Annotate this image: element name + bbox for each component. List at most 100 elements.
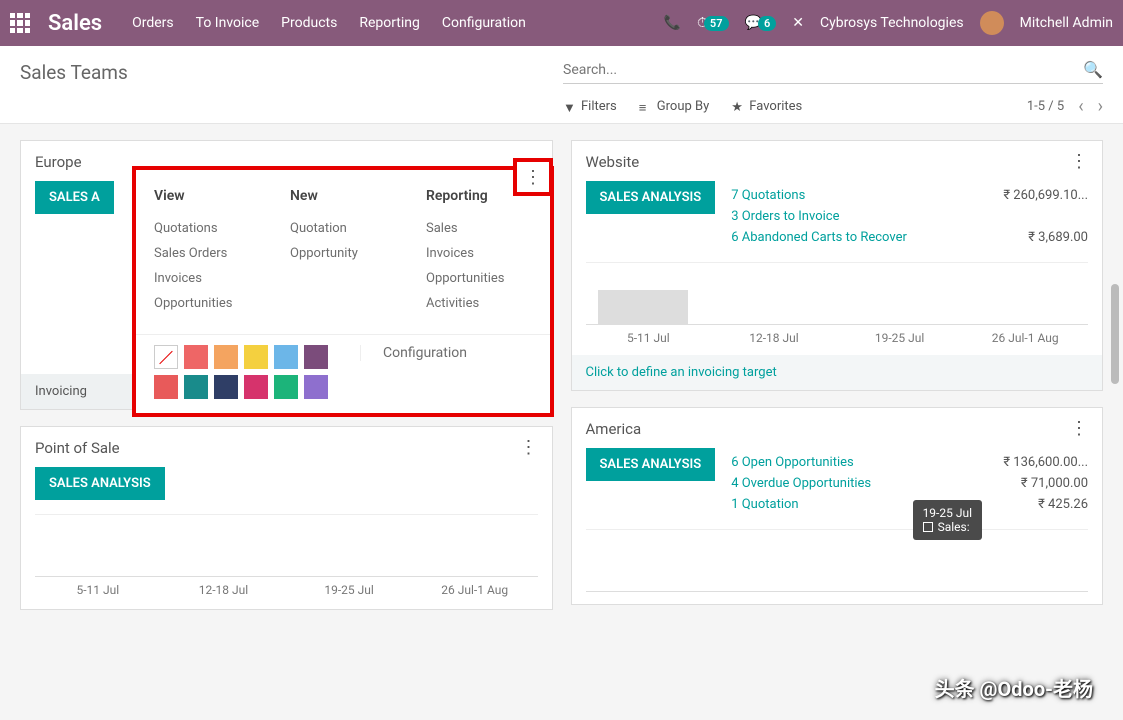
popover-col-view: View Quotations Sales Orders Invoices Op… — [154, 188, 260, 316]
popover-col-title: New — [290, 188, 396, 204]
popover-item[interactable]: Invoices — [426, 241, 532, 266]
phone-icon[interactable]: 📞 — [664, 15, 681, 31]
popover-item[interactable]: Sales — [426, 216, 532, 241]
search-bar: 🔍 — [563, 60, 1103, 84]
pager-count[interactable]: 1-5 / 5 — [1027, 99, 1064, 114]
xaxis-label: 5-11 Jul — [586, 331, 712, 345]
popover-item[interactable]: Sales Orders — [154, 241, 260, 266]
popover-item[interactable]: Quotations — [154, 216, 260, 241]
sales-analysis-button[interactable]: SALES ANALYSIS — [586, 181, 716, 214]
team-options-popover: View Quotations Sales Orders Invoices Op… — [132, 166, 554, 417]
search-icon[interactable]: 🔍 — [1083, 60, 1103, 79]
popover-item[interactable]: Opportunities — [426, 266, 532, 291]
invoicing-target-link[interactable]: Click to define an invoicing target — [572, 355, 1103, 390]
xaxis-label: 19-25 Jul — [837, 331, 963, 345]
checkbox-icon — [923, 522, 933, 532]
pager-next[interactable]: › — [1098, 96, 1103, 117]
sales-analysis-button[interactable]: SALES A — [35, 181, 114, 214]
stat-link[interactable]: 6 Abandoned Carts to Recover — [731, 230, 907, 245]
xaxis-label: 5-11 Jul — [35, 583, 161, 597]
xaxis-label: 12-18 Jul — [161, 583, 287, 597]
color-swatch[interactable] — [274, 345, 298, 369]
close-tray-icon[interactable]: ✕ — [792, 15, 804, 31]
groupby-button[interactable]: ≡Group By — [639, 99, 710, 114]
stat-link[interactable]: 4 Overdue Opportunities — [731, 476, 871, 491]
color-swatch[interactable] — [184, 345, 208, 369]
sales-analysis-button[interactable]: SALES ANALYSIS — [35, 467, 165, 500]
color-swatch[interactable] — [184, 375, 208, 399]
pager-prev[interactable]: ‹ — [1078, 96, 1083, 117]
xaxis-label: 26 Jul-1 Aug — [412, 583, 538, 597]
kebab-icon[interactable]: ⋮ — [1070, 420, 1088, 438]
color-swatch[interactable] — [214, 375, 238, 399]
page-title: Sales Teams — [20, 61, 128, 84]
popover-item[interactable]: Opportunities — [154, 291, 260, 316]
color-swatch[interactable] — [304, 345, 328, 369]
stat-link[interactable]: 3 Orders to Invoice — [731, 209, 839, 224]
color-swatch[interactable] — [214, 345, 238, 369]
chat-icon[interactable]: 💬6 — [745, 15, 777, 31]
card-title: Europe — [35, 153, 82, 171]
stat-value: ₹ 260,699.10... — [1003, 188, 1088, 203]
pager: 1-5 / 5 ‹ › — [1027, 96, 1103, 117]
search-options: ▼Filters ≡Group By ★Favorites 1-5 / 5 ‹ … — [563, 96, 1103, 117]
color-swatches — [154, 345, 328, 399]
card-website: Website⋮ SALES ANALYSIS 7 Quotations₹ 26… — [571, 140, 1104, 391]
configuration-link[interactable]: Configuration — [360, 345, 467, 361]
tooltip-title: 19-25 Jul — [923, 506, 972, 520]
sales-analysis-button[interactable]: SALES ANALYSIS — [586, 448, 716, 481]
popover-item[interactable]: Quotation — [290, 216, 396, 241]
color-swatch[interactable] — [244, 345, 268, 369]
control-panel: Sales Teams 🔍 ▼Filters ≡Group By ★Favori… — [0, 46, 1123, 124]
topbar: Sales Orders To Invoice Products Reporti… — [0, 0, 1123, 46]
card-title: America — [586, 420, 642, 438]
apps-icon[interactable] — [10, 13, 30, 33]
stat-value: ₹ 3,689.00 — [1028, 230, 1088, 245]
popover-col-new: New Quotation Opportunity — [290, 188, 396, 316]
kebab-icon[interactable]: ⋮ — [1070, 153, 1088, 171]
nav-reporting[interactable]: Reporting — [359, 15, 420, 31]
scrollbar[interactable] — [1111, 284, 1119, 384]
user-menu[interactable]: Mitchell Admin — [1020, 15, 1113, 31]
tooltip-series: Sales: — [938, 520, 970, 534]
stat-value: ₹ 71,000.00 — [1021, 476, 1088, 491]
popover-item[interactable]: Invoices — [154, 266, 260, 291]
avatar[interactable] — [980, 11, 1004, 35]
favorites-button[interactable]: ★Favorites — [731, 99, 802, 114]
nav-products[interactable]: Products — [281, 15, 337, 31]
card-pos: Point of Sale⋮ SALES ANALYSIS 5-11 Jul 1… — [20, 426, 553, 610]
card-stats: 7 Quotations ₹ 260,699.10... 3 Orders to … — [731, 185, 1088, 248]
card-america: America ⋮ SALES ANALYSIS 6 Open Opportuni… — [571, 407, 1104, 605]
nav-orders[interactable]: Orders — [132, 15, 174, 31]
color-swatch[interactable] — [244, 375, 268, 399]
stat-value: ₹ 136,600.00... — [1003, 455, 1088, 470]
search-input[interactable] — [563, 62, 1083, 78]
xaxis-label: 26 Jul-1 Aug — [962, 331, 1088, 345]
watermark: 头条 @Odoo-老杨 — [935, 673, 1093, 702]
nav-to-invoice[interactable]: To Invoice — [196, 15, 260, 31]
color-swatch-none[interactable] — [154, 345, 178, 369]
stat-link[interactable]: 6 Open Opportunities — [731, 455, 854, 470]
xaxis-label: 12-18 Jul — [711, 331, 837, 345]
popover-item[interactable]: Activities — [426, 291, 532, 316]
main-nav: Orders To Invoice Products Reporting Con… — [132, 15, 526, 31]
color-swatch[interactable] — [304, 375, 328, 399]
company-switcher[interactable]: Cybrosys Technologies — [820, 15, 964, 31]
popover-col-reporting: Reporting Sales Invoices Opportunities A… — [426, 188, 532, 316]
color-swatch[interactable] — [274, 375, 298, 399]
timer-icon[interactable]: ⏱57 — [697, 15, 729, 31]
kebab-icon[interactable]: ⋮ — [520, 439, 538, 457]
nav-configuration[interactable]: Configuration — [442, 15, 526, 31]
filters-button[interactable]: ▼Filters — [563, 99, 617, 114]
stat-link[interactable]: 1 Quotation — [731, 497, 798, 512]
popover-col-title: View — [154, 188, 260, 204]
stat-value: ₹ 425.26 — [1038, 497, 1088, 512]
popover-item[interactable]: Opportunity — [290, 241, 396, 266]
chart-tooltip: 19-25 Jul Sales: — [913, 500, 982, 540]
app-brand[interactable]: Sales — [48, 11, 102, 36]
stat-link[interactable]: 7 Quotations — [731, 188, 805, 203]
color-swatch[interactable] — [154, 375, 178, 399]
europe-kebab-highlight[interactable]: ⋮ — [513, 158, 553, 196]
xaxis-label: 19-25 Jul — [286, 583, 412, 597]
card-stats: 6 Open Opportunities ₹ 136,600.00... 4 Ov… — [731, 452, 1088, 515]
